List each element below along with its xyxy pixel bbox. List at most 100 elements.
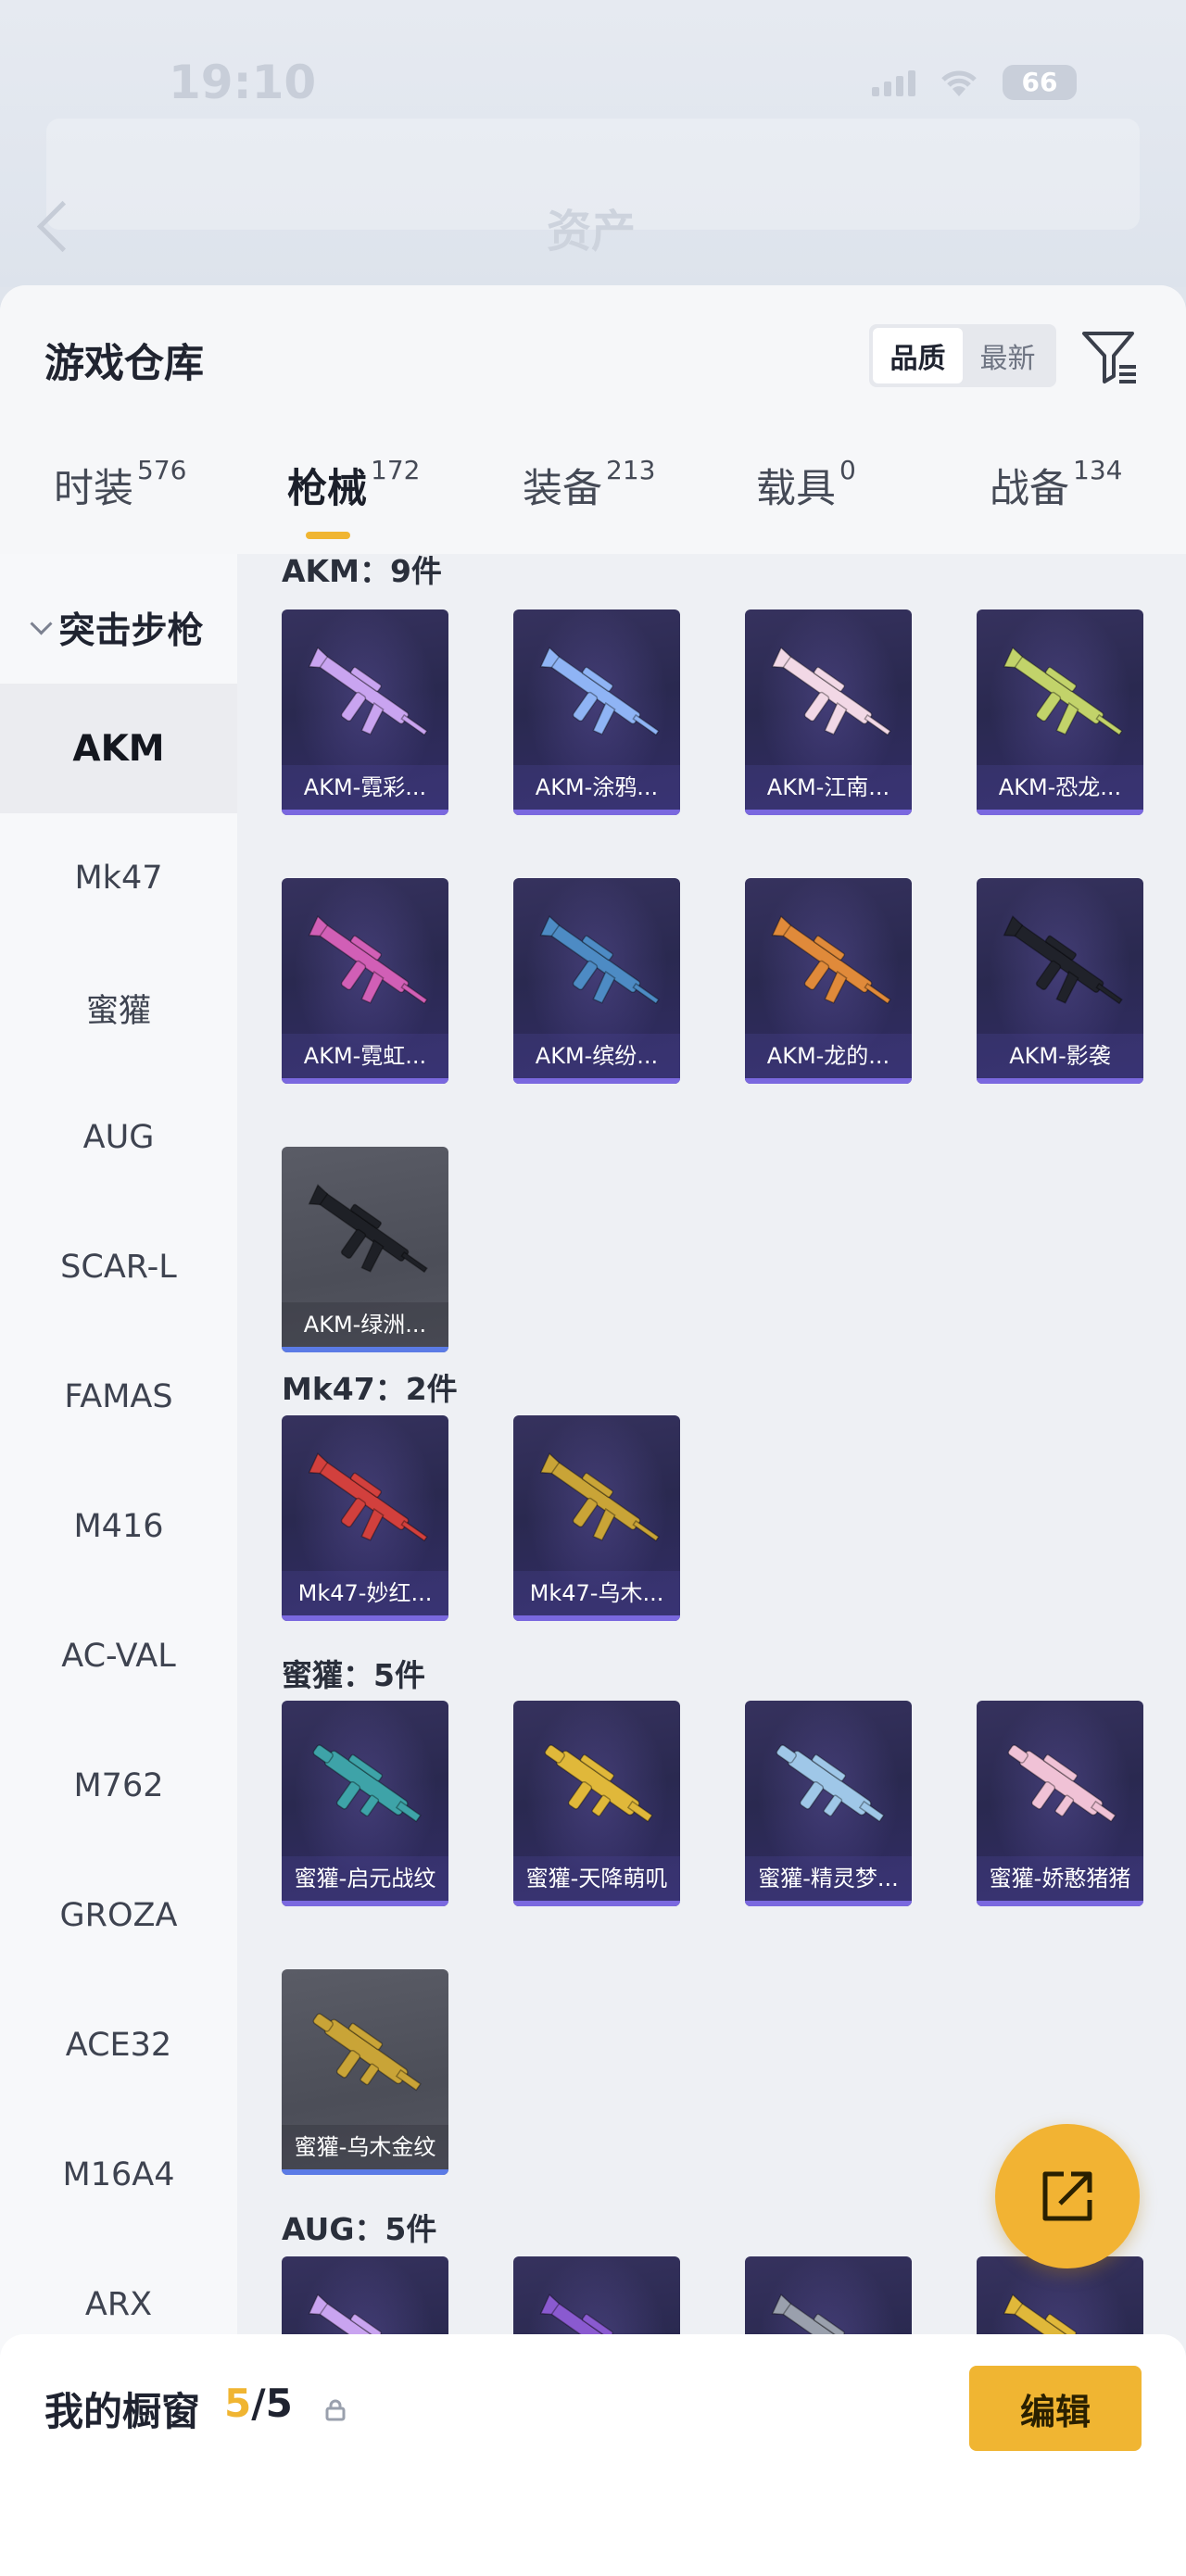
background-header: 19:10 66 资产 <box>0 0 1186 287</box>
category-tabs: 时装 576 枪械 172 装备 213 载具 0 战备 134 <box>0 455 1186 549</box>
card-label: AKM-龙的... <box>745 1034 912 1078</box>
rifle-icon <box>771 647 891 736</box>
sort-toggle: 品质 最新 <box>869 324 1056 387</box>
weapon-card[interactable]: AKM-缤纷... <box>513 878 680 1084</box>
weapon-card[interactable]: AKM-龙的... <box>745 878 912 1084</box>
weapon-card[interactable]: AKM-霓虹... <box>282 878 448 1084</box>
smg-icon <box>544 1744 653 1823</box>
smg-icon <box>1007 1744 1117 1823</box>
edit-button[interactable]: 编辑 <box>969 2366 1142 2451</box>
sidebar-item-mk47[interactable]: Mk47 <box>0 813 237 943</box>
tab-label: 枪械 <box>287 466 367 512</box>
card-label: AKM-影袭 <box>977 1034 1143 1078</box>
card-label: 蜜獾-乌木金纹 <box>282 2125 448 2169</box>
rifle-icon <box>308 647 428 736</box>
rifle-icon <box>1003 915 1123 1005</box>
showcase-current: 5 <box>224 2381 252 2426</box>
tab-count: 0 <box>839 455 856 485</box>
active-tab-indicator <box>306 532 350 539</box>
tab-count: 576 <box>137 455 187 485</box>
card-label: AKM-霓彩... <box>282 765 448 810</box>
rifle-icon <box>1003 647 1123 736</box>
sidebar-item-m762[interactable]: M762 <box>0 1721 237 1851</box>
share-icon <box>1042 2171 1092 2221</box>
weapon-card[interactable]: Mk47-乌木... <box>513 1415 680 1621</box>
tab-label: 时装 <box>54 466 133 512</box>
tab-firearms[interactable]: 枪械 172 <box>287 455 421 514</box>
sort-quality-button[interactable]: 品质 <box>873 328 963 383</box>
showcase-count: 5/5 <box>224 2381 293 2426</box>
weapon-card[interactable]: 蜜獾-天降萌叽 <box>513 1701 680 1906</box>
sidebar-item-m416[interactable]: M416 <box>0 1462 237 1591</box>
sidebar-item-famas[interactable]: FAMAS <box>0 1332 237 1462</box>
sidebar-item-m16a4[interactable]: M16A4 <box>0 2110 237 2240</box>
filter-icon[interactable] <box>1079 326 1140 387</box>
card-label: 蜜獾-娇憨猪猪 <box>977 1856 1143 1901</box>
card-label: 蜜獾-启元战纹 <box>282 1856 448 1901</box>
rifle-icon <box>539 647 660 736</box>
sidebar-group-assault-rifles[interactable]: 突击步枪 <box>0 582 237 674</box>
faded-page-title: 资产 <box>547 206 637 258</box>
sidebar-item-akm[interactable]: AKM <box>0 684 237 813</box>
group-title-aug: AUG：5件 <box>282 2211 437 2247</box>
rifle-icon <box>539 1452 660 1542</box>
tab-label: 载具 <box>756 466 836 512</box>
weapon-card[interactable]: 蜜獾-精灵梦... <box>745 1701 912 1906</box>
card-label: AKM-缤纷... <box>513 1034 680 1078</box>
tab-supplies[interactable]: 战备 134 <box>990 455 1123 514</box>
sheet-title: 游戏仓库 <box>44 341 204 387</box>
rifle-icon <box>308 1452 428 1542</box>
tab-vehicles[interactable]: 载具 0 <box>756 455 856 514</box>
card-label: 蜜獾-精灵梦... <box>745 1856 912 1901</box>
battery-icon: 66 <box>1003 65 1077 100</box>
card-label: AKM-绿洲... <box>282 1302 448 1347</box>
rifle-icon <box>771 915 891 1005</box>
chevron-down-icon <box>30 611 54 635</box>
showcase-total: /5 <box>251 2381 293 2426</box>
tab-label: 战备 <box>990 466 1069 512</box>
sidebar-item-scar-l[interactable]: SCAR-L <box>0 1202 237 1332</box>
tab-fashion[interactable]: 时装 576 <box>54 455 187 514</box>
tab-equipment[interactable]: 装备 213 <box>523 455 656 514</box>
card-label: AKM-霓虹... <box>282 1034 448 1078</box>
card-label: Mk47-妙红... <box>282 1571 448 1615</box>
status-icons: 66 <box>872 65 1077 100</box>
sidebar-item-ac-val[interactable]: AC-VAL <box>0 1591 237 1721</box>
card-label: AKM-涂鸦... <box>513 765 680 810</box>
weapon-card[interactable]: AKM-霓彩... <box>282 609 448 815</box>
tab-count: 134 <box>1073 455 1123 485</box>
card-label: AKM-恐龙... <box>977 765 1143 810</box>
tab-label: 装备 <box>523 466 602 512</box>
card-label: AKM-江南... <box>745 765 912 810</box>
weapon-card[interactable]: AKM-恐龙... <box>977 609 1143 815</box>
sidebar-item-ace32[interactable]: ACE32 <box>0 1980 237 2110</box>
smg-icon <box>312 2013 422 2092</box>
lock-icon <box>325 2399 346 2421</box>
smg-icon <box>776 1744 885 1823</box>
wifi-icon <box>941 70 977 96</box>
rifle-icon <box>308 1184 428 1274</box>
rifle-icon <box>539 915 660 1005</box>
weapon-card[interactable]: AKM-影袭 <box>977 878 1143 1084</box>
group-title-akm: AKM：9件 <box>282 554 442 589</box>
weapon-card[interactable]: Mk47-妙红... <box>282 1415 448 1621</box>
weapon-card[interactable]: 蜜獾-乌木金纹 <box>282 1969 448 2175</box>
group-title-mk47: Mk47：2件 <box>282 1371 458 1407</box>
status-time: 19:10 <box>169 56 317 109</box>
showcase-title: 我的橱窗 <box>44 2389 201 2434</box>
group-title-honey-badger: 蜜獾：5件 <box>282 1657 425 1693</box>
sort-newest-button[interactable]: 最新 <box>963 328 1053 383</box>
tab-count: 172 <box>371 455 421 485</box>
tab-count: 213 <box>606 455 656 485</box>
weapon-card[interactable]: 蜜獾-娇憨猪猪 <box>977 1701 1143 1906</box>
sidebar-item-groza[interactable]: GROZA <box>0 1851 237 1980</box>
weapon-grid: AKM：9件 AKM-霓彩... AKM-涂鸦... AKM-江南... AKM… <box>237 554 1186 2576</box>
sidebar-item-honey-badger[interactable]: 蜜獾 <box>0 943 237 1073</box>
weapon-card[interactable]: 蜜獾-启元战纹 <box>282 1701 448 1906</box>
share-button[interactable] <box>995 2124 1140 2268</box>
weapon-card[interactable]: AKM-绿洲... <box>282 1147 448 1352</box>
weapon-card[interactable]: AKM-涂鸦... <box>513 609 680 815</box>
weapon-card[interactable]: AKM-江南... <box>745 609 912 815</box>
signal-icon <box>872 69 915 96</box>
sidebar-item-aug[interactable]: AUG <box>0 1073 237 1202</box>
